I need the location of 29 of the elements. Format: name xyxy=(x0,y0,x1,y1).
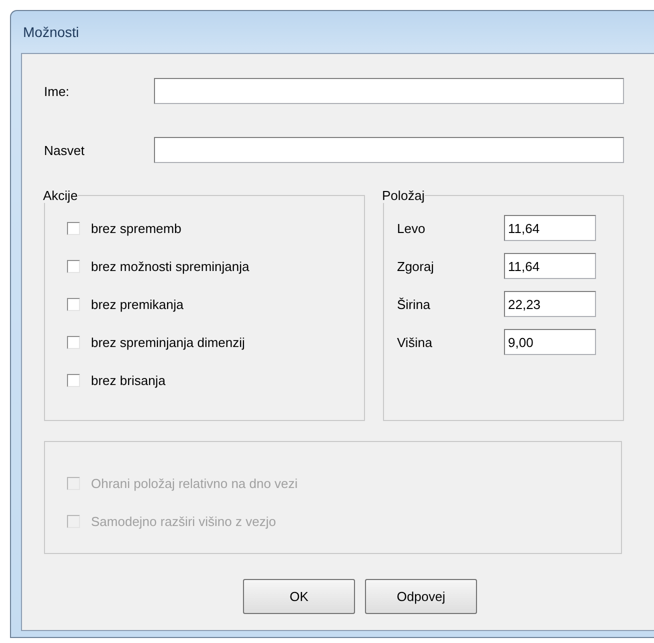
cancel-button[interactable]: Odpovej xyxy=(365,579,477,614)
checkbox-label: brez brisanja xyxy=(91,372,166,388)
field-label: Širina xyxy=(397,296,432,312)
group-title: Položaj xyxy=(382,188,425,203)
checkbox[interactable] xyxy=(67,336,80,348)
checkbox[interactable] xyxy=(67,298,80,310)
checkbox[interactable] xyxy=(67,374,80,386)
ok-button[interactable]: OK xyxy=(243,579,355,614)
field-label: Ime: xyxy=(44,84,70,98)
checkbox-label: brez premikanja xyxy=(91,296,184,312)
field-label: Zgoraj xyxy=(397,258,435,274)
input-field[interactable]: 22,23 xyxy=(504,291,596,317)
group-title: Akcije xyxy=(43,188,78,203)
field-label: Višina xyxy=(397,334,434,350)
checkbox-label: brez sprememb xyxy=(91,220,182,236)
field-label: Levo xyxy=(397,220,426,236)
input-field[interactable] xyxy=(154,78,624,104)
checkbox[interactable] xyxy=(67,222,80,234)
window-title: Možnosti xyxy=(22,23,80,42)
input-field[interactable] xyxy=(154,137,624,163)
checkbox-label: Ohrani položaj relativno na dno vezi xyxy=(91,476,298,490)
checkbox-label: Samodejno razširi višino z vezjo xyxy=(91,514,276,528)
input-field[interactable]: 11,64 xyxy=(504,215,596,241)
input-field[interactable]: 9,00 xyxy=(504,329,596,355)
input-field[interactable]: 11,64 xyxy=(504,253,596,279)
checkbox-label: brez spreminjanja dimenzij xyxy=(91,334,245,350)
checkbox-label: brez možnosti spreminjanja xyxy=(91,258,250,274)
checkbox[interactable] xyxy=(67,260,80,272)
field-label: Nasvet xyxy=(44,142,86,158)
